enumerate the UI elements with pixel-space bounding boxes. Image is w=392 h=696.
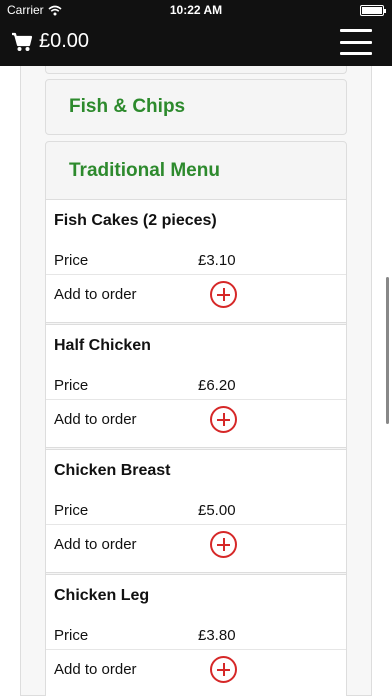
menu-content[interactable]: Fish & Chips Traditional Menu Fish Cakes… <box>0 66 392 696</box>
add-row: Add to order <box>46 401 346 439</box>
top-nav: £0.00 <box>0 20 392 66</box>
status-time: 10:22 AM <box>169 3 223 17</box>
add-to-order-button[interactable] <box>210 531 237 558</box>
item-name: Fish Cakes (2 pieces) <box>54 212 217 229</box>
category-fish-and-chips[interactable]: Fish & Chips <box>45 79 347 135</box>
item-name: Chicken Leg <box>54 587 150 604</box>
category-title: Fish & Chips <box>69 96 186 117</box>
cart-button[interactable]: £0.00 <box>11 30 89 53</box>
category-title: Traditional Menu <box>69 160 220 181</box>
price-row: Price £6.20 <box>46 367 346 400</box>
add-to-order-button[interactable] <box>210 656 237 683</box>
previous-category-panel <box>45 66 347 74</box>
price-label: Price <box>54 627 89 644</box>
status-bar: Carrier 10:22 AM <box>0 0 392 20</box>
cart-total: £0.00 <box>39 30 90 52</box>
price-value: £3.10 <box>198 252 236 269</box>
add-label: Add to order <box>54 286 137 303</box>
price-value: £3.80 <box>198 627 236 644</box>
category-traditional-menu: Traditional Menu Fish Cakes (2 pieces) P… <box>45 141 347 696</box>
add-row: Add to order <box>46 526 346 564</box>
price-label: Price <box>54 502 89 519</box>
menu-item: Chicken Leg Price £3.80 Add to order <box>46 574 346 696</box>
scrollbar[interactable] <box>386 277 389 424</box>
battery-level <box>362 7 382 14</box>
menu-item: Fish Cakes (2 pieces) Price £3.10 Add to… <box>46 199 346 323</box>
price-value: £5.00 <box>198 502 236 519</box>
item-name: Chicken Breast <box>54 462 171 479</box>
category-header[interactable]: Traditional Menu <box>46 142 346 199</box>
battery-icon <box>360 5 386 16</box>
hamburger-icon[interactable] <box>340 29 372 55</box>
add-label: Add to order <box>54 411 137 428</box>
menu-item: Chicken Breast Price £5.00 Add to order <box>46 449 346 573</box>
add-row: Add to order <box>46 276 346 314</box>
price-row: Price £3.80 <box>46 617 346 650</box>
add-to-order-button[interactable] <box>210 281 237 308</box>
price-label: Price <box>54 377 89 394</box>
add-label: Add to order <box>54 661 137 678</box>
item-name: Half Chicken <box>54 337 151 354</box>
menu-wrapper: Fish & Chips Traditional Menu Fish Cakes… <box>20 66 372 696</box>
add-to-order-button[interactable] <box>210 406 237 433</box>
add-label: Add to order <box>54 536 137 553</box>
price-label: Price <box>54 252 89 269</box>
add-row: Add to order <box>46 651 346 689</box>
cart-icon <box>12 32 33 51</box>
price-row: Price £3.10 <box>46 242 346 275</box>
price-value: £6.20 <box>198 377 236 394</box>
menu-item: Half Chicken Price £6.20 Add to order <box>46 324 346 448</box>
price-row: Price £5.00 <box>46 492 346 525</box>
